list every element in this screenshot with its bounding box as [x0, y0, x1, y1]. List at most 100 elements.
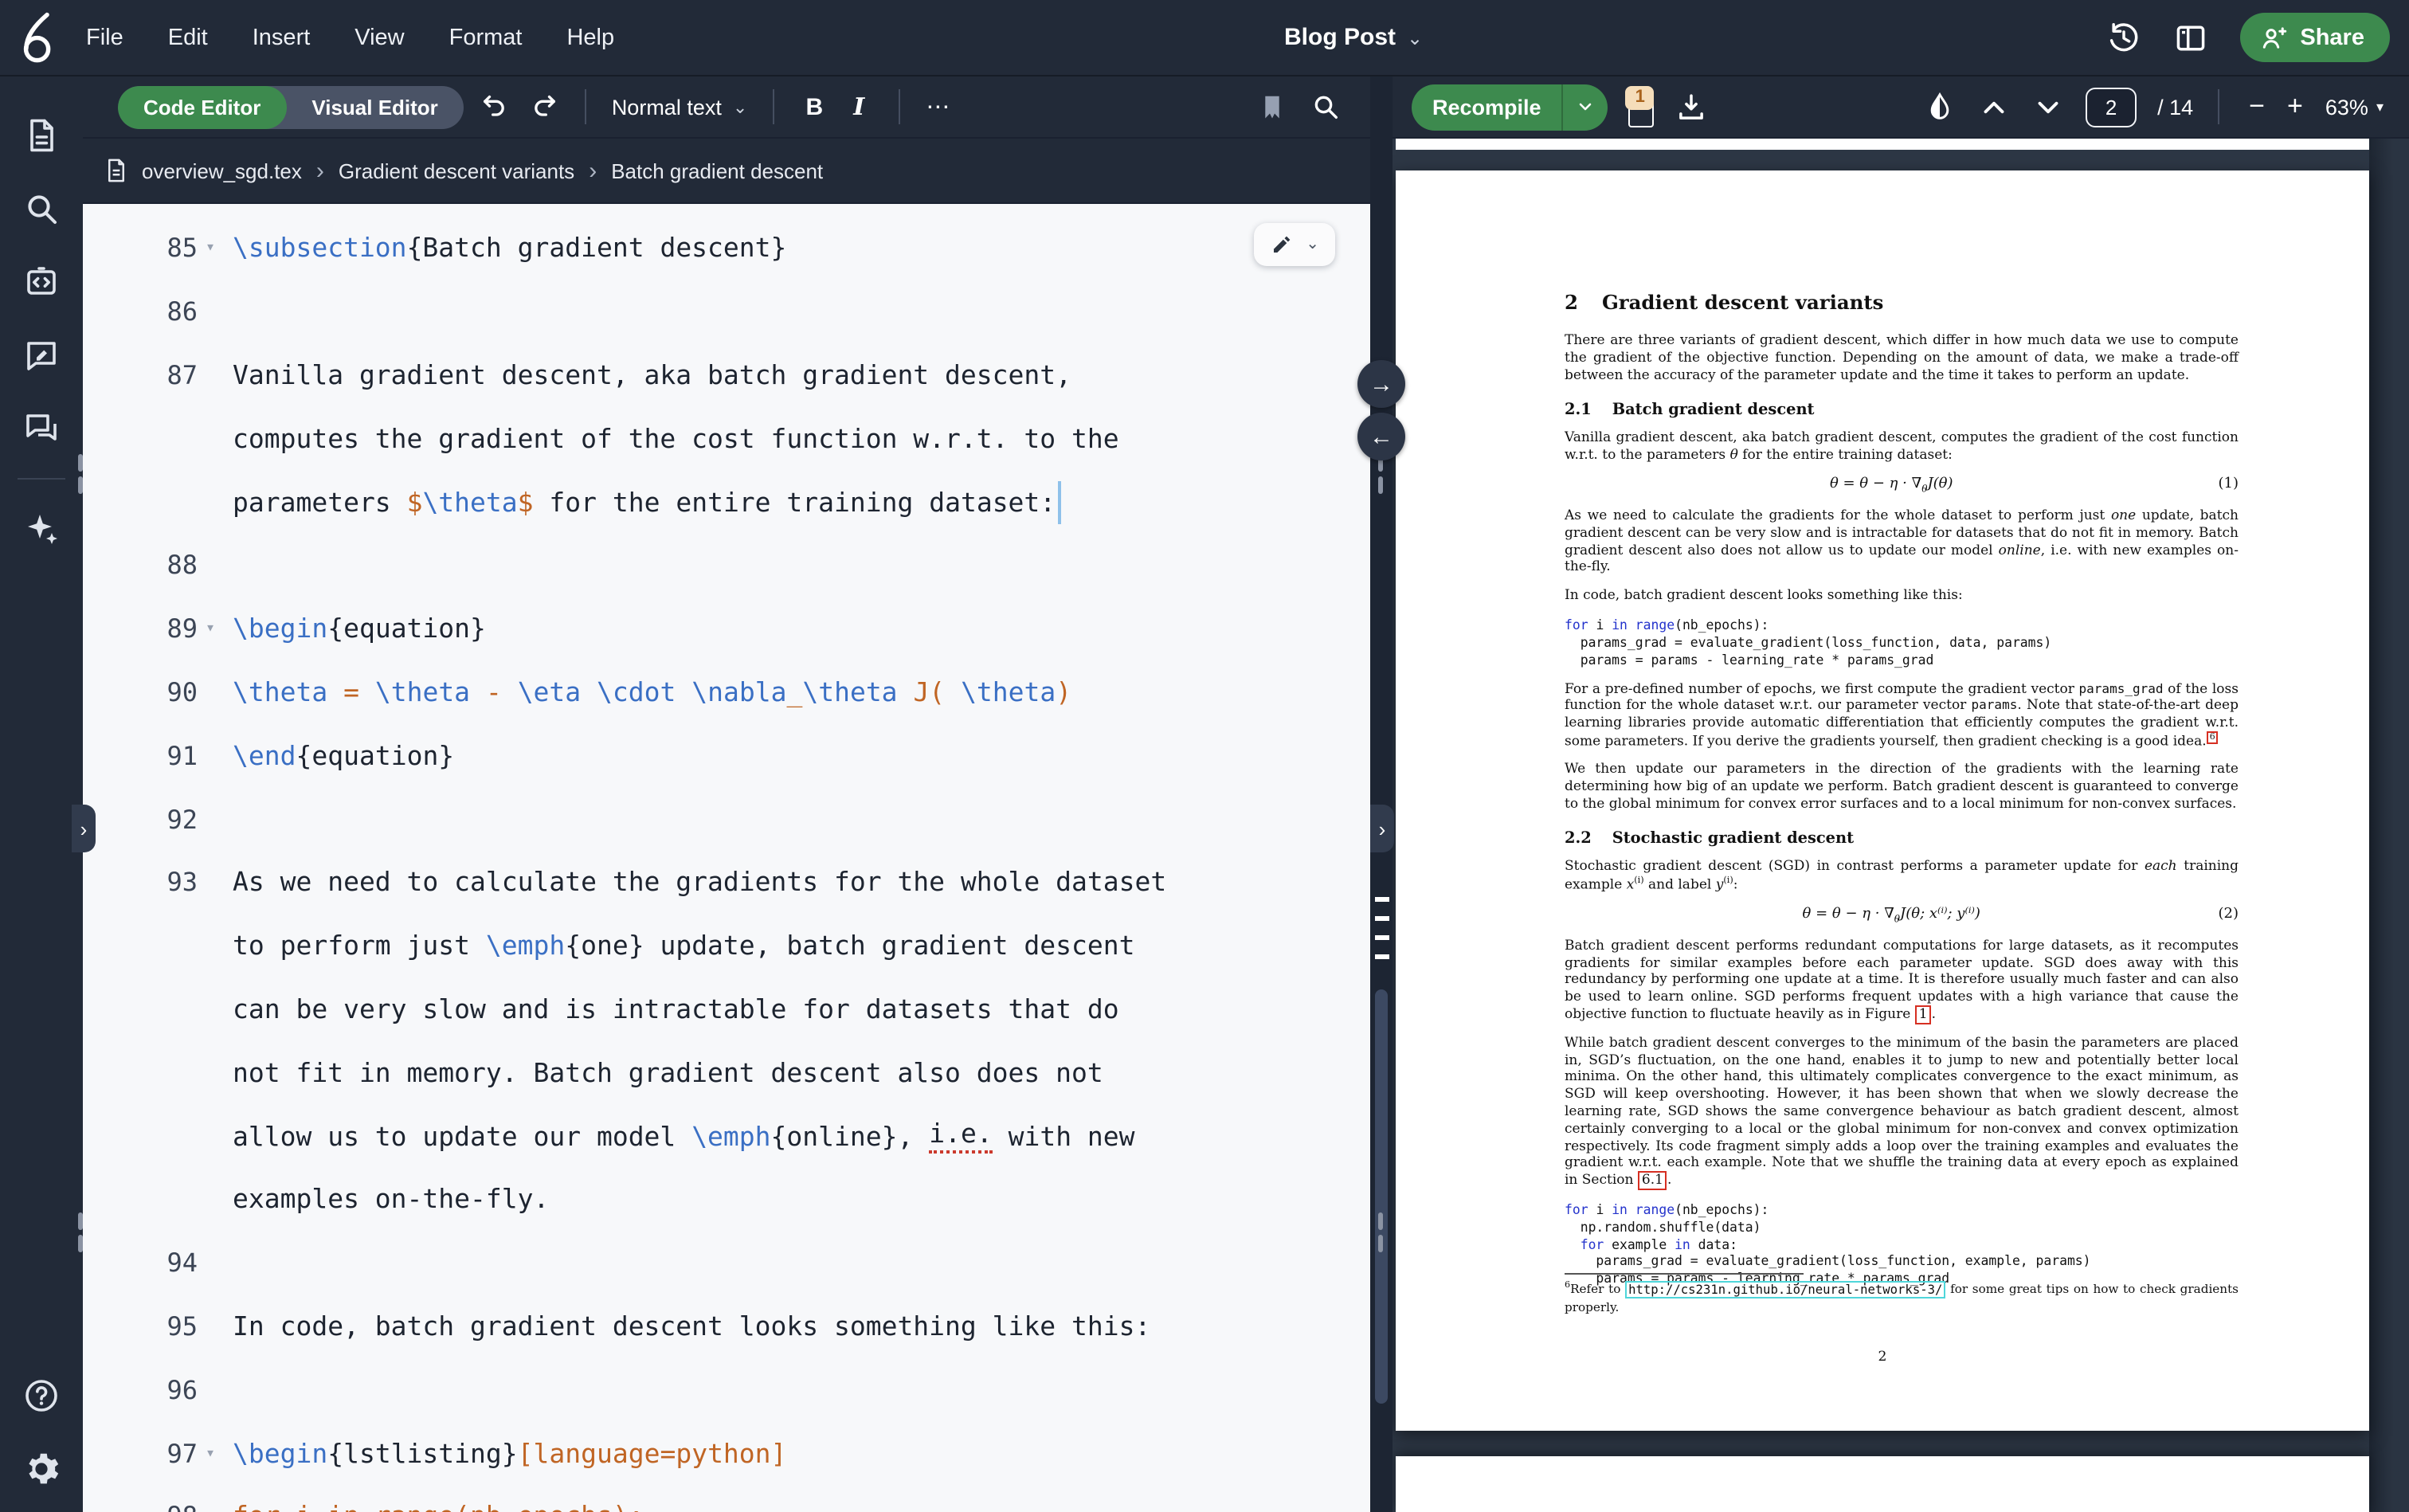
recompile-button[interactable]: Recompile — [1412, 84, 1562, 130]
move-left-button[interactable]: ← — [1357, 413, 1405, 460]
bookmark-icon[interactable] — [1257, 92, 1287, 122]
visual-editor-toggle[interactable]: Visual Editor — [286, 85, 463, 128]
breadcrumb-file[interactable]: overview_sgd.tex — [142, 159, 302, 182]
pane-divider[interactable] — [1370, 76, 1393, 1512]
resize-handle[interactable] — [1378, 1212, 1383, 1230]
resize-handle[interactable] — [78, 1235, 83, 1252]
more-tools-button[interactable]: ⋯ — [926, 92, 953, 121]
zoom-out-button[interactable]: − — [2249, 91, 2265, 123]
editor-line[interactable]: 94 — [83, 1232, 1370, 1295]
project-name-menu[interactable]: Blog Post ⌄ — [1284, 0, 1423, 75]
editor-line[interactable]: parameters $ \theta $ for the entire train… — [83, 470, 1370, 534]
editor-line[interactable]: 86 — [83, 280, 1370, 344]
file-tree-icon[interactable] — [22, 116, 61, 155]
editor-line[interactable]: 97 ▾ \begin {lstlisting} [language=python] — [83, 1421, 1370, 1485]
ai-assist-icon[interactable] — [22, 510, 61, 548]
search-icon[interactable] — [22, 190, 61, 228]
fold-arrow-icon[interactable]: ▾ — [198, 620, 223, 637]
compile-log-button[interactable]: 1 — [1623, 86, 1661, 127]
resize-handle[interactable] — [1378, 476, 1383, 494]
chat-icon[interactable] — [22, 409, 61, 448]
paragraph-style-label: Normal text — [611, 95, 722, 119]
help-icon[interactable] — [22, 1377, 61, 1415]
editor-line[interactable]: 98for i in range(nb_epochs): — [83, 1485, 1370, 1512]
editor-line[interactable]: computes the gradient of the cost functi… — [83, 407, 1370, 471]
editor-line[interactable]: examples on-the-fly. — [83, 1168, 1370, 1232]
breadcrumb-subsection[interactable]: Batch gradient descent — [611, 159, 823, 182]
zoom-in-button[interactable]: + — [2287, 91, 2303, 123]
resize-handle[interactable] — [78, 476, 83, 494]
pdf-paragraph: We then update our parameters in the dir… — [1565, 762, 2239, 813]
breadcrumb-separator: › — [589, 157, 597, 184]
chevron-down-icon — [1580, 103, 1592, 111]
editor-line[interactable]: 90 \theta = \theta - \eta \cdot \nabla _ \t… — [83, 660, 1370, 724]
pdf-internal-link[interactable]: 6 — [2206, 731, 2219, 744]
download-pdf-icon[interactable] — [1675, 90, 1709, 123]
redo-icon[interactable] — [527, 91, 559, 123]
editor-search-icon[interactable] — [1310, 91, 1342, 123]
paragraph-style-dropdown[interactable]: Normal text ⌄ — [612, 95, 748, 119]
editor-line[interactable]: 95 In code, batch gradient descent looks … — [83, 1295, 1370, 1358]
fold-arrow-icon[interactable]: ▾ — [198, 1444, 223, 1462]
code-editor-area[interactable]: 85 ▾ \subsection {Batch gradient descent} 86… — [83, 204, 1370, 1512]
page-up-icon[interactable] — [1977, 90, 2011, 123]
bold-button[interactable]: B — [800, 93, 828, 120]
settings-gear-icon[interactable] — [22, 1450, 61, 1488]
share-label: Share — [2300, 25, 2364, 50]
contrast-toggle-icon[interactable] — [1923, 90, 1957, 123]
editor-line[interactable]: 91 \end {equation} — [83, 724, 1370, 788]
editor-line[interactable]: 88 — [83, 534, 1370, 597]
editor-line[interactable]: 93 As we need to calculate the gradients … — [83, 851, 1370, 915]
menu-view[interactable]: View — [354, 25, 404, 50]
editor-line[interactable]: allow us to update our model \emph {onlin… — [83, 1104, 1370, 1168]
pdf-url-link[interactable]: http://cs231n.github.io/neural-networks-… — [1625, 1280, 1946, 1299]
editor-line[interactable]: not fit in memory. Batch gradient descen… — [83, 1041, 1370, 1105]
resize-handle[interactable] — [78, 454, 83, 472]
layout-icon[interactable] — [2172, 20, 2207, 55]
menubar: File Edit Insert View Format Help — [86, 25, 614, 50]
menu-format[interactable]: Format — [449, 25, 523, 50]
code-editor-toggle[interactable]: Code Editor — [118, 85, 287, 128]
recompile-options-button[interactable] — [1561, 84, 1608, 130]
overleaf-logo-icon[interactable] — [16, 10, 64, 65]
symbol-panel-icon[interactable] — [22, 263, 61, 301]
expand-pdf-chevron-icon[interactable]: › — [1370, 805, 1394, 852]
editor-line[interactable]: 89 ▾ \begin {equation} — [83, 597, 1370, 661]
zoom-level-dropdown[interactable]: 63% ▾ — [2325, 95, 2384, 119]
pdf-page-1-bottom — [1396, 139, 2369, 150]
page-number-input[interactable] — [2086, 87, 2137, 127]
file-icon — [108, 159, 124, 182]
editor-line[interactable]: 92 — [83, 787, 1370, 851]
menu-insert[interactable]: Insert — [253, 25, 311, 50]
review-icon[interactable] — [22, 336, 61, 374]
page-down-icon[interactable] — [2031, 90, 2065, 123]
fold-arrow-icon[interactable]: ▾ — [198, 240, 223, 257]
share-button[interactable]: Share — [2239, 13, 2390, 62]
editor-line[interactable]: can be very slow and is intractable for … — [83, 977, 1370, 1041]
pdf-internal-link[interactable]: 6.1 — [1637, 1171, 1667, 1191]
menu-help[interactable]: Help — [566, 25, 614, 50]
menu-edit[interactable]: Edit — [168, 25, 208, 50]
editor-line[interactable]: 96 — [83, 1358, 1370, 1422]
open-file-tree-chevron-icon[interactable]: › — [72, 805, 96, 852]
history-icon[interactable] — [2105, 20, 2141, 55]
breadcrumb-section[interactable]: Gradient descent variants — [339, 159, 574, 182]
pdf-paragraph: There are three variants of gradient des… — [1565, 333, 2239, 385]
resize-handle[interactable] — [78, 1212, 83, 1230]
editor-line[interactable]: 85 ▾ \subsection {Batch gradient descent} — [83, 217, 1370, 280]
resize-handle[interactable] — [1378, 1235, 1383, 1252]
pdf-nav-group: / 14 — [1923, 87, 2222, 127]
editor-line[interactable]: 87 Vanilla gradient descent, aka batch gr… — [83, 343, 1370, 407]
editor-scrollbar-thumb[interactable] — [1375, 989, 1388, 1404]
editor-line[interactable]: to perform just \emph {one} update, batch… — [83, 915, 1370, 978]
editor-toolbar-right — [1257, 91, 1354, 123]
rail-divider — [18, 478, 65, 480]
menu-file[interactable]: File — [86, 25, 123, 50]
pencil-icon — [1273, 236, 1290, 253]
move-right-button[interactable]: → — [1357, 360, 1405, 408]
undo-icon[interactable] — [480, 91, 511, 123]
edit-tools-widget[interactable]: ⌄ — [1253, 223, 1335, 266]
pdf-viewer[interactable]: 2 Gradient descent variants There are thre… — [1393, 139, 2409, 1512]
italic-button[interactable]: I — [844, 92, 873, 121]
pdf-internal-link[interactable]: 1 — [1914, 1005, 1932, 1025]
